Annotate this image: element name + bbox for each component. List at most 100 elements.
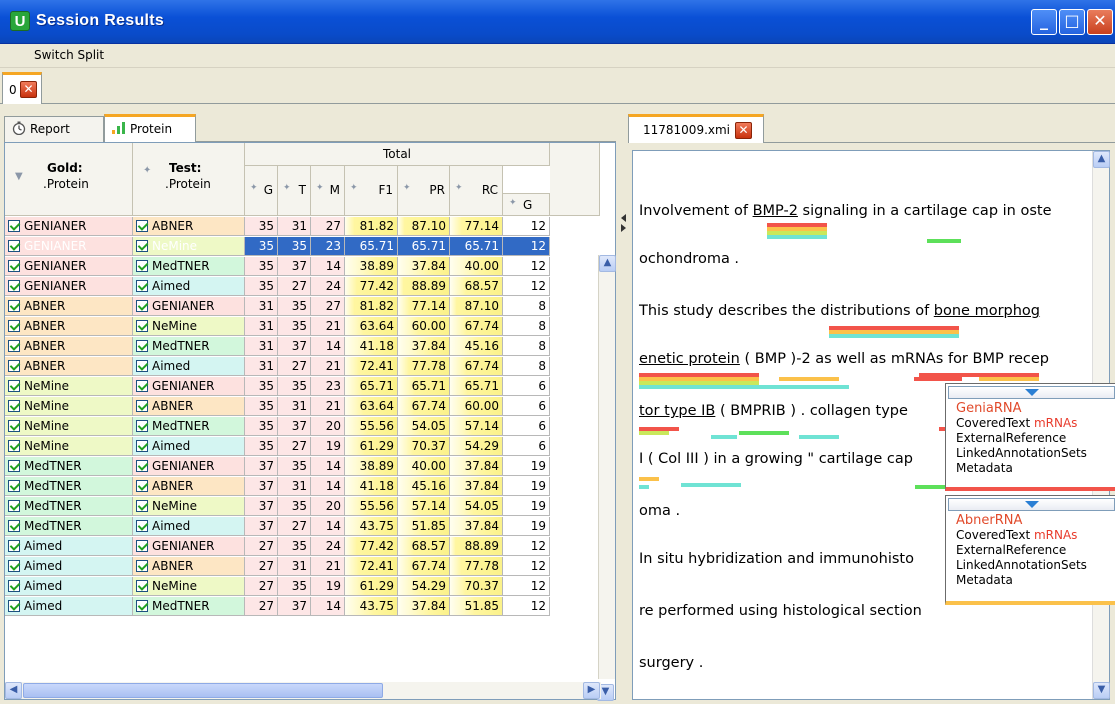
row-checkbox[interactable] (136, 220, 148, 232)
gold-cell[interactable]: NeMine (5, 377, 133, 396)
test-cell[interactable]: GENIANER (133, 537, 245, 556)
test-cell[interactable]: ABNER (133, 397, 245, 416)
row-checkbox[interactable] (8, 600, 20, 612)
row-checkbox[interactable] (136, 240, 148, 252)
test-cell[interactable]: Aimed (133, 357, 245, 376)
test-cell[interactable]: ABNER (133, 217, 245, 236)
row-checkbox[interactable] (8, 520, 20, 532)
annotated-text[interactable]: enetic protein (639, 351, 740, 367)
row-checkbox[interactable] (8, 220, 20, 232)
row-checkbox[interactable] (8, 420, 20, 432)
table-row[interactable]: MedTNER Aimed 37 27 14 43.75 51.85 37.84 19 (5, 517, 575, 537)
doc-scroll-up-button[interactable]: ▲ (1093, 151, 1110, 168)
popup-feature-line[interactable]: ExternalReference (956, 543, 1115, 558)
row-checkbox[interactable] (136, 280, 148, 292)
gold-cell[interactable]: NeMine (5, 437, 133, 456)
annotated-text[interactable]: bone morphog (934, 303, 1040, 319)
annotation-popup-genia[interactable]: GeniaRNA CoveredText mRNAs ExternalRefere… (945, 383, 1115, 491)
popup-feature-line[interactable]: LinkedAnnotationSets (956, 446, 1115, 461)
gold-cell[interactable]: GENIANER (5, 277, 133, 296)
row-checkbox[interactable] (136, 340, 148, 352)
tab-report[interactable]: Report (4, 116, 104, 142)
table-vertical-scrollbar[interactable]: ▲ (598, 255, 616, 679)
test-cell[interactable]: Aimed (133, 517, 245, 536)
row-checkbox[interactable] (136, 500, 148, 512)
row-checkbox[interactable] (136, 480, 148, 492)
table-row[interactable]: MedTNER GENIANER 37 35 14 38.89 40.00 37.84 19 (5, 457, 575, 477)
table-row[interactable]: MedTNER NeMine 37 35 20 55.56 57.14 54.05 19 (5, 497, 575, 517)
row-checkbox[interactable] (136, 420, 148, 432)
doc-scroll-down-button[interactable]: ▼ (1093, 682, 1110, 699)
table-horizontal-scrollbar[interactable]: ◀ ▶ (5, 682, 601, 699)
test-cell[interactable]: Aimed (133, 277, 245, 296)
gold-cell[interactable]: MedTNER (5, 497, 133, 516)
row-checkbox[interactable] (8, 580, 20, 592)
test-cell[interactable]: ABNER (133, 477, 245, 496)
close-window-button[interactable]: ✕ (1087, 9, 1113, 35)
row-checkbox[interactable] (136, 360, 148, 372)
document-tab[interactable]: 11781009.xmi ✕ (628, 114, 764, 143)
scroll-up-button[interactable]: ▲ (599, 255, 616, 272)
gold-cell[interactable]: NeMine (5, 417, 133, 436)
test-cell[interactable]: Aimed (133, 437, 245, 456)
splitter-handle[interactable] (621, 214, 627, 238)
test-cell[interactable]: GENIANER (133, 297, 245, 316)
test-cell[interactable]: NeMine (133, 577, 245, 596)
gold-cell[interactable]: ABNER (5, 357, 133, 376)
test-column-header[interactable]: ✦ Test: .Protein (133, 143, 245, 216)
table-row[interactable]: GENIANER Aimed 35 27 24 77.42 88.89 68.57 12 (5, 277, 575, 297)
table-row[interactable]: NeMine MedTNER 35 37 20 55.56 54.05 57.14 6 (5, 417, 575, 437)
row-checkbox[interactable] (136, 300, 148, 312)
gold-cell[interactable]: GENIANER (5, 237, 133, 256)
table-row[interactable]: ABNER NeMine 31 35 21 63.64 60.00 67.74 8 (5, 317, 575, 337)
session-tab-0[interactable]: 0 ✕ (2, 72, 42, 104)
test-cell[interactable]: GENIANER (133, 377, 245, 396)
row-checkbox[interactable] (8, 340, 20, 352)
gold-cell[interactable]: ABNER (5, 317, 133, 336)
gold-cell[interactable]: GENIANER (5, 257, 133, 276)
close-tab-icon[interactable]: ✕ (20, 81, 37, 98)
row-checkbox[interactable] (136, 460, 148, 472)
switch-split-menu[interactable]: Switch Split (34, 48, 104, 62)
horizontal-scroll-thumb[interactable] (23, 683, 383, 698)
table-row[interactable]: ABNER Aimed 31 27 21 72.41 77.78 67.74 8 (5, 357, 575, 377)
table-row[interactable]: GENIANER MedTNER 35 37 14 38.89 37.84 40.00 12 (5, 257, 575, 277)
table-row[interactable]: Aimed MedTNER 27 37 14 43.75 37.84 51.85 12 (5, 597, 575, 617)
table-row[interactable]: Aimed ABNER 27 31 21 72.41 67.74 77.78 12 (5, 557, 575, 577)
row-checkbox[interactable] (8, 280, 20, 292)
gold-cell[interactable]: GENIANER (5, 217, 133, 236)
row-checkbox[interactable] (136, 260, 148, 272)
table-row[interactable]: Aimed NeMine 27 35 19 61.29 54.29 70.37 12 (5, 577, 575, 597)
popup-collapse-handle[interactable] (948, 386, 1115, 399)
row-checkbox[interactable] (8, 380, 20, 392)
annotated-text[interactable]: BMP-2 (753, 203, 798, 219)
table-row[interactable]: NeMine GENIANER 35 35 23 65.71 65.71 65.71 6 (5, 377, 575, 397)
row-checkbox[interactable] (8, 400, 20, 412)
gold-column-header[interactable]: ▼ Gold: .Protein (5, 143, 133, 216)
gold-cell[interactable]: Aimed (5, 577, 133, 596)
row-checkbox[interactable] (136, 440, 148, 452)
row-checkbox[interactable] (136, 580, 148, 592)
gold-cell[interactable]: MedTNER (5, 477, 133, 496)
gold-cell[interactable]: NeMine (5, 397, 133, 416)
table-row[interactable]: NeMine ABNER 35 31 21 63.64 67.74 60.00 6 (5, 397, 575, 417)
column-header-g2[interactable]: ✦ G (503, 193, 550, 216)
scroll-right-button[interactable]: ▶ (583, 682, 600, 699)
test-cell[interactable]: NeMine (133, 317, 245, 336)
tab-protein[interactable]: Protein (104, 114, 196, 143)
row-checkbox[interactable] (8, 540, 20, 552)
row-checkbox[interactable] (8, 240, 20, 252)
test-cell[interactable]: MedTNER (133, 337, 245, 356)
popup-feature-line[interactable]: ExternalReference (956, 431, 1115, 446)
row-checkbox[interactable] (136, 600, 148, 612)
table-row[interactable]: ABNER GENIANER 31 35 27 81.82 77.14 87.10 8 (5, 297, 575, 317)
popup-feature-line[interactable]: LinkedAnnotationSets (956, 558, 1115, 573)
gold-cell[interactable]: Aimed (5, 557, 133, 576)
table-row[interactable]: GENIANER ABNER 35 31 27 81.82 87.10 77.14 12 (5, 217, 575, 237)
gold-cell[interactable]: MedTNER (5, 517, 133, 536)
column-header-pr[interactable]: ✦ PR (398, 166, 450, 216)
table-row[interactable]: ABNER MedTNER 31 37 14 41.18 37.84 45.16 8 (5, 337, 575, 357)
gold-cell[interactable]: Aimed (5, 537, 133, 556)
test-cell[interactable]: GENIANER (133, 457, 245, 476)
row-checkbox[interactable] (8, 300, 20, 312)
